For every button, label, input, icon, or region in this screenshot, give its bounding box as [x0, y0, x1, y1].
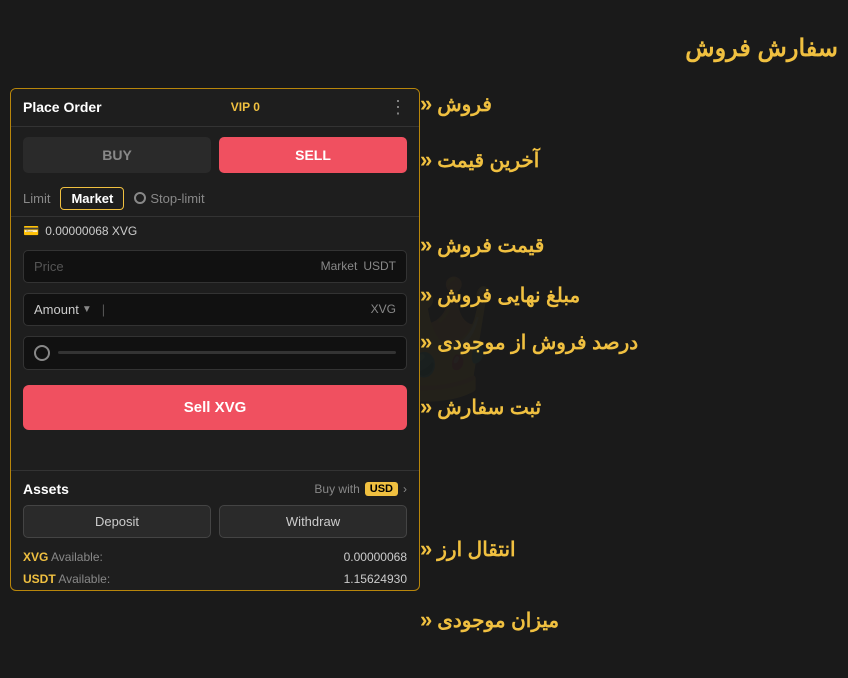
buy-tab[interactable]: BUY [23, 137, 211, 173]
usdt-label: USDT Available: [23, 572, 110, 586]
amount-label: Amount [34, 302, 79, 317]
sell-text: فروش [437, 92, 492, 117]
price-field[interactable]: Market USDT [23, 250, 407, 283]
annotation-sell-price: » قیمت فروش [420, 232, 544, 258]
sell-btn-row: Sell XVG [11, 375, 419, 440]
buy-with-label: Buy with [314, 482, 359, 496]
assets-title: Assets [23, 481, 69, 497]
submit-text: ثبت سفارش [437, 395, 541, 420]
slider-row [11, 331, 419, 375]
sell-arrow: » [420, 91, 432, 117]
xvg-available-text: Available: [51, 550, 103, 564]
assets-section: Assets Buy with USD › Deposit Withdraw X… [11, 470, 419, 590]
buy-with[interactable]: Buy with USD › [314, 482, 407, 496]
submit-arrow: » [420, 394, 432, 420]
amount-currency: XVG [371, 302, 396, 316]
sell-tab[interactable]: SELL [219, 137, 407, 173]
buy-with-chevron: › [403, 482, 407, 496]
panel-header: Place Order VIP 0 ⋮ [11, 89, 419, 127]
vip-badge: VIP 0 [231, 100, 260, 114]
sell-button[interactable]: Sell XVG [23, 385, 407, 430]
amount-dropdown[interactable]: Amount ▼ [34, 302, 92, 317]
annotations-area: سفارش فروش » فروش » آخرین قیمت » قیمت فر… [420, 39, 838, 639]
panel-title: Place Order [23, 99, 102, 115]
annotation-balance: » میزان موجودی [420, 607, 559, 633]
amount-input[interactable] [115, 302, 365, 317]
tab-row: BUY SELL [11, 127, 419, 181]
balance-text: میزان موجودی [437, 608, 559, 633]
sell-price-text: قیمت فروش [437, 233, 544, 258]
stop-limit-tab[interactable]: Stop-limit [134, 191, 204, 206]
annotation-sell-amount: » مبلغ نهایی فروش [420, 282, 580, 308]
usdt-available-value: 1.15624930 [344, 572, 407, 586]
action-buttons: Deposit Withdraw [11, 505, 419, 546]
order-type-row: Limit Market Stop-limit [11, 181, 419, 217]
slider-container[interactable] [23, 336, 407, 370]
limit-tab[interactable]: Limit [23, 191, 50, 206]
annotation-submit: » ثبت سفارش [420, 394, 541, 420]
sell-percent-arrow: » [420, 329, 432, 355]
usdt-available-row: USDT Available: 1.15624930 [11, 568, 419, 590]
market-tab[interactable]: Market [60, 187, 124, 210]
price-input[interactable] [34, 259, 315, 274]
balance-arrow: » [420, 607, 432, 633]
buy-with-currency: USD [365, 482, 398, 496]
last-price-arrow: » [420, 147, 432, 173]
sell-amount-arrow: » [420, 282, 432, 308]
xvg-currency: XVG [23, 550, 48, 564]
annotation-sell-order-title: سفارش فروش [685, 34, 838, 63]
usdt-available-text: Available: [58, 572, 110, 586]
price-input-group: Market USDT [11, 245, 419, 288]
annotation-transfer: » انتقال ارز [420, 536, 516, 562]
assets-header: Assets Buy with USD › [11, 471, 419, 505]
withdraw-button[interactable]: Withdraw [219, 505, 407, 538]
balance-value: 0.00000068 XVG [45, 224, 137, 238]
annotation-sell-percent: » درصد فروش از موجودی [420, 329, 638, 355]
amount-field[interactable]: Amount ▼ | XVG [23, 293, 407, 326]
sell-percent-text: درصد فروش از موجودی [437, 330, 638, 355]
cursor-separator: | [102, 302, 105, 317]
sell-order-title-text: سفارش فروش [685, 35, 838, 62]
slider-handle[interactable] [34, 345, 50, 361]
xvg-available-row: XVG Available: 0.00000068 [11, 546, 419, 568]
xvg-label: XVG Available: [23, 550, 103, 564]
card-icon: 💳 [23, 223, 39, 239]
deposit-button[interactable]: Deposit [23, 505, 211, 538]
balance-row: 💳 0.00000068 XVG [11, 217, 419, 245]
annotation-last-price: » آخرین قیمت [420, 147, 539, 173]
amount-dropdown-arrow: ▼ [82, 304, 92, 315]
slider-track[interactable] [58, 351, 396, 354]
spacer [11, 440, 419, 470]
last-price-text: آخرین قیمت [437, 148, 539, 173]
sell-price-arrow: » [420, 232, 432, 258]
xvg-available-value: 0.00000068 [344, 550, 407, 564]
price-mode-label: Market [321, 259, 358, 273]
amount-input-group: Amount ▼ | XVG [11, 288, 419, 331]
more-icon[interactable]: ⋮ [389, 97, 407, 118]
transfer-text: انتقال ارز [437, 537, 515, 562]
transfer-arrow: » [420, 536, 432, 562]
sell-amount-text: مبلغ نهایی فروش [437, 283, 580, 308]
annotation-sell: » فروش [420, 91, 492, 117]
price-currency: USDT [363, 259, 396, 273]
usdt-currency: USDT [23, 572, 56, 586]
place-order-panel: Place Order VIP 0 ⋮ BUY SELL Limit Marke… [10, 88, 420, 591]
stop-limit-radio [134, 192, 146, 204]
